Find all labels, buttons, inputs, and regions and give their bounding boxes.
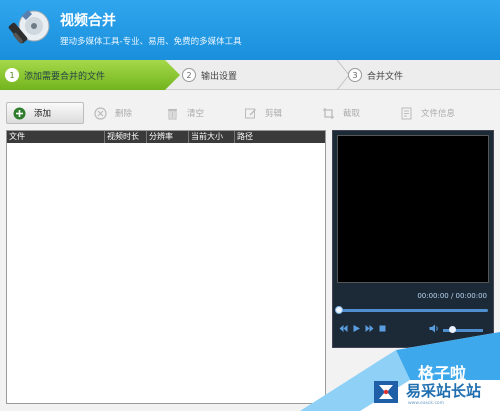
volume-slider[interactable] [443,325,483,333]
file-info-icon [400,107,413,120]
step-add-files[interactable]: 1 添加需要合并的文件 [0,60,180,90]
forward-icon[interactable] [365,324,374,333]
edit-icon [244,107,257,120]
step-number: 1 [5,68,19,82]
column-header-file[interactable]: 文件 [7,131,105,143]
step-label: 输出设置 [201,71,238,82]
rewind-icon[interactable] [339,324,348,333]
step-number: 3 [348,68,362,82]
watermark-text-secondary: 易采站长站 [406,382,482,400]
app-title: 视频合并 [60,13,116,29]
step-number: 2 [182,68,196,82]
video-screen [337,135,489,283]
app-logo-icon [8,10,50,44]
stop-icon[interactable] [378,324,387,333]
seek-bar[interactable] [338,309,488,312]
delete-icon [94,106,107,120]
add-icon [13,107,26,120]
file-list[interactable]: 文件 视频时长 分辨率 当前大小 路径 [6,130,326,404]
video-preview-player: 00:00:00 / 00:00:00 [332,130,494,348]
delete-label: 删除 [115,109,133,119]
crop-icon [322,107,335,120]
toolbar: 添加 删除 清空 剪辑 截取 文件信息 [6,102,492,124]
cut-label: 剪辑 [265,109,283,119]
seek-handle[interactable] [335,306,343,314]
delete-button[interactable]: 删除 [88,102,156,124]
trash-icon [166,107,179,120]
column-header-duration[interactable]: 视频时长 [105,131,147,143]
file-info-button[interactable]: 文件信息 [394,102,484,124]
volume-control [429,324,483,336]
volume-icon[interactable] [429,324,439,336]
app-header: 视频合并 狸动多媒体工具-专业、易用、免费的多媒体工具 [0,0,500,60]
clear-label: 清空 [187,109,205,119]
cut-button[interactable]: 剪辑 [238,102,312,124]
step-merge-files[interactable]: 3 合并文件 [348,60,500,90]
file-info-label: 文件信息 [421,109,456,119]
app-subtitle: 狸动多媒体工具-专业、易用、免费的多媒体工具 [60,37,242,47]
step-output-settings[interactable]: 2 输出设置 [182,60,342,90]
step-label: 添加需要合并的文件 [24,71,106,82]
step-label: 合并文件 [367,71,404,82]
time-display: 00:00:00 / 00:00:00 [417,292,487,300]
crop-button[interactable]: 截取 [316,102,390,124]
clear-button[interactable]: 清空 [160,102,234,124]
playback-controls [339,324,387,333]
crop-label: 截取 [343,109,361,119]
watermark-url: www.easck.com [408,401,445,406]
column-header-resolution[interactable]: 分辨率 [147,131,189,143]
play-icon[interactable] [352,324,361,333]
step-bar: 1 添加需要合并的文件 2 输出设置 3 合并文件 [0,60,500,90]
column-header-size[interactable]: 当前大小 [189,131,235,143]
column-header-path[interactable]: 路径 [235,131,325,143]
watermark-logo-icon [374,381,398,403]
add-label: 添加 [34,109,52,119]
file-list-header: 文件 视频时长 分辨率 当前大小 路径 [7,131,325,143]
add-button[interactable]: 添加 [6,102,84,124]
volume-handle[interactable] [449,325,456,333]
